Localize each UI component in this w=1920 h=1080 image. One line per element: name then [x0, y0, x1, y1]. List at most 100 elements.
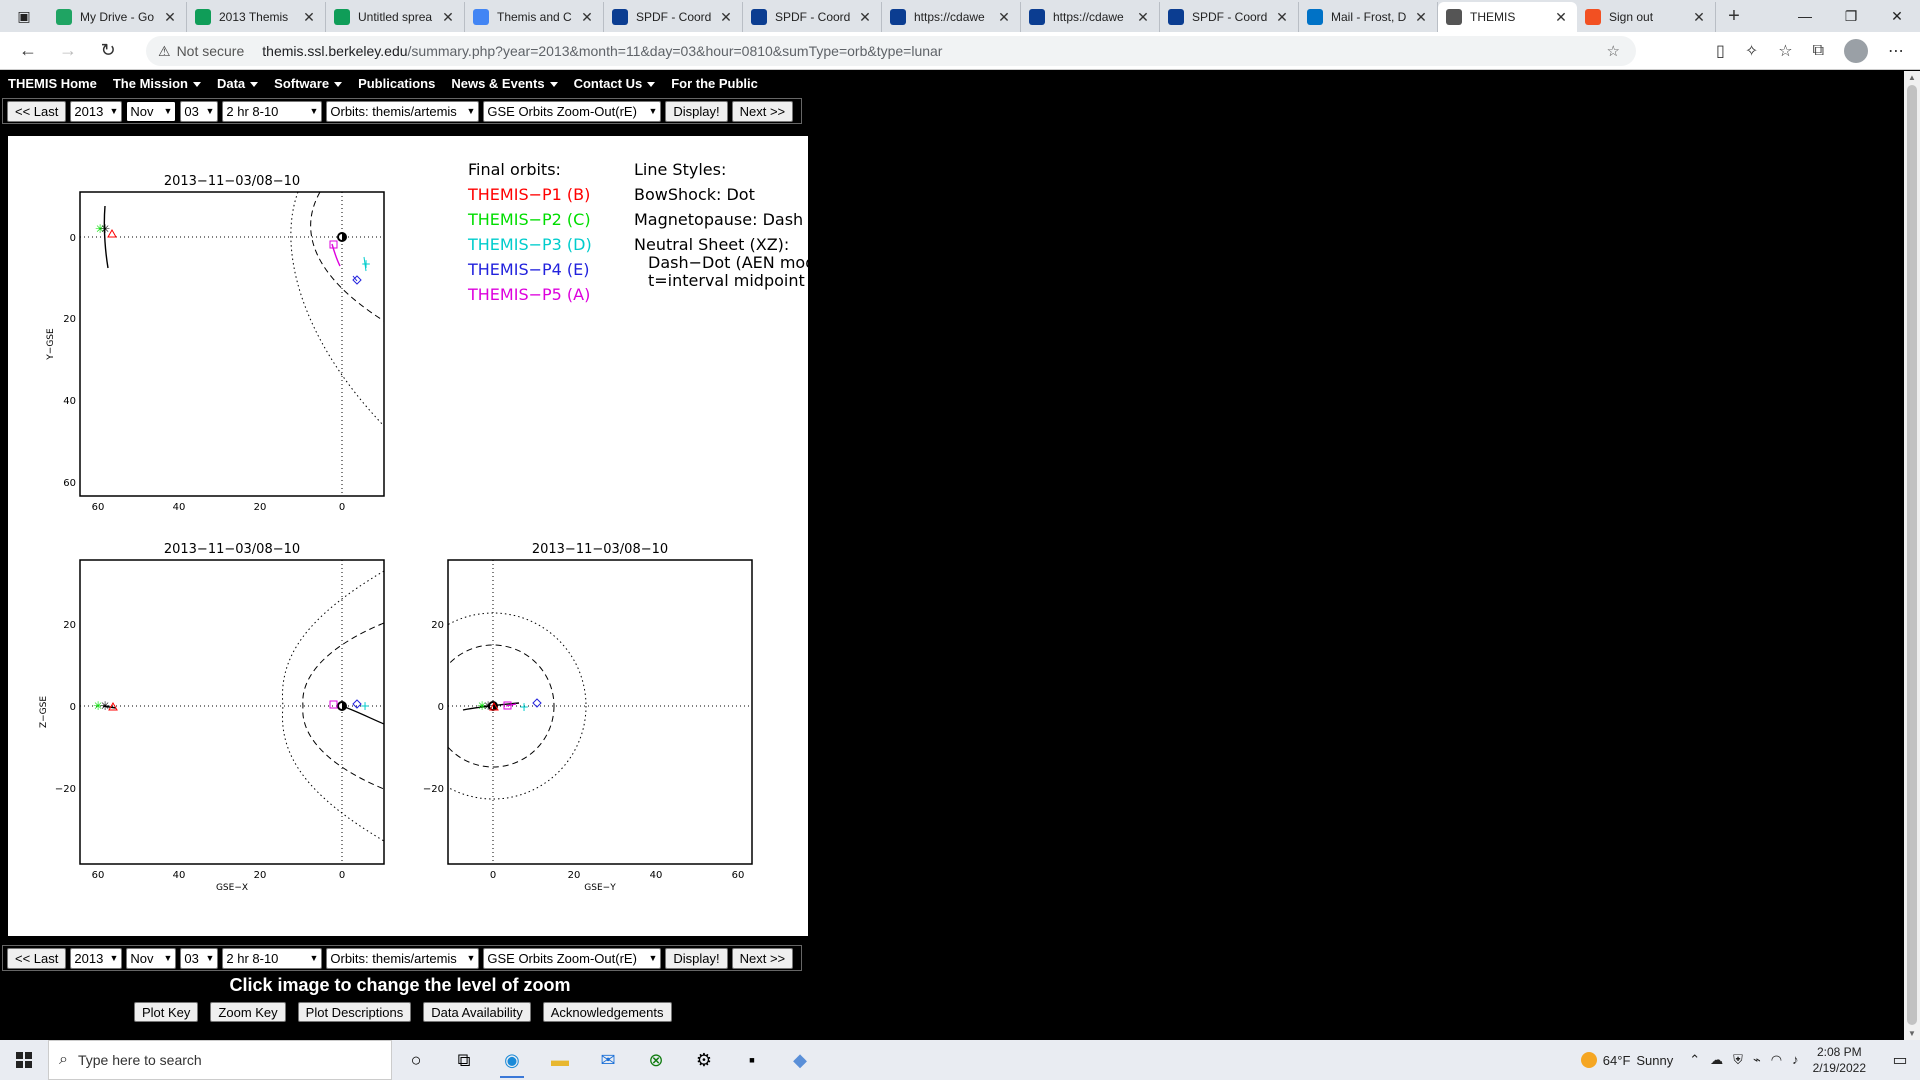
footer-button[interactable]: Acknowledgements	[542, 1002, 672, 1022]
mail-icon[interactable]: ✉	[584, 1040, 632, 1080]
year-select[interactable]: 2013 ▼	[70, 100, 123, 122]
close-tab-icon[interactable]: ✕	[1553, 9, 1569, 26]
browser-tab[interactable]: https://cdawe ✕	[882, 2, 1021, 32]
close-tab-icon[interactable]: ✕	[1691, 9, 1707, 26]
last-button[interactable]: << Last	[7, 100, 67, 122]
reading-view-icon[interactable]: ▯	[1716, 41, 1725, 61]
menu-item[interactable]: Contact Us	[574, 76, 656, 91]
browser-tab[interactable]: Untitled sprea ✕	[326, 2, 465, 32]
close-tab-icon[interactable]: ✕	[162, 9, 178, 26]
page-scrollbar[interactable]: ▲ ▼	[1904, 71, 1920, 1040]
favorites-icon[interactable]: ☆	[1778, 41, 1792, 61]
terminal-icon[interactable]: ▪	[728, 1040, 776, 1080]
footer-button[interactable]: Plot Key	[134, 1002, 199, 1022]
extensions-icon[interactable]: ✧	[1745, 41, 1758, 61]
orbit-plot-image[interactable]: Final orbits: THEMIS−P1 (B) THEMIS−P2 (C)…	[8, 136, 808, 936]
close-tab-icon[interactable]: ✕	[579, 9, 595, 26]
menu-item[interactable]: The Mission	[113, 76, 201, 91]
settings-icon[interactable]: ⚙	[680, 1040, 728, 1080]
forward-icon[interactable]: →	[48, 40, 88, 61]
restore-icon[interactable]: ❐	[1828, 0, 1874, 32]
cortana-icon[interactable]: ○	[392, 1040, 440, 1080]
chevron-up-icon[interactable]: ⌃	[1689, 1052, 1700, 1068]
more-menu-icon[interactable]: ⋯	[1888, 41, 1904, 61]
year-select-bottom[interactable]: 2013 ▼	[70, 947, 123, 969]
tab-actions-icon[interactable]: ▣	[0, 0, 48, 32]
footer-button[interactable]: Zoom Key	[210, 1002, 286, 1022]
month-select-bottom[interactable]: Nov ▼	[126, 947, 177, 969]
security-icon[interactable]: ⛨	[1733, 1052, 1743, 1068]
close-tab-icon[interactable]: ✕	[301, 9, 317, 26]
next-button-bottom[interactable]: Next >>	[731, 947, 794, 969]
menu-item[interactable]: Software	[274, 76, 343, 91]
browser-tab[interactable]: Mail - Frost, D ✕	[1299, 2, 1438, 32]
wifi-icon[interactable]: ◠	[1771, 1052, 1782, 1068]
menu-item[interactable]: For the Public	[671, 76, 758, 91]
url-input[interactable]: ⚠ Not secure themis.ssl.berkeley.edu/sum…	[146, 36, 1636, 66]
close-tab-icon[interactable]: ✕	[1413, 9, 1429, 26]
edge-taskbar-icon[interactable]: ◉	[488, 1040, 536, 1080]
app-icon[interactable]: ◆	[776, 1040, 824, 1080]
interval-select-bottom[interactable]: 2 hr 8-10 ▼	[222, 947, 323, 969]
footer-button[interactable]: Plot Descriptions	[297, 1002, 412, 1022]
menu-item[interactable]: News & Events	[451, 76, 558, 91]
browser-tab[interactable]: SPDF - Coord ✕	[604, 2, 743, 32]
new-tab-button[interactable]: +	[1716, 5, 1752, 28]
panel2-curves	[80, 560, 384, 864]
close-tab-icon[interactable]: ✕	[857, 9, 873, 26]
browser-tab[interactable]: https://cdawe ✕	[1021, 2, 1160, 32]
menu-item[interactable]: THEMIS Home	[8, 76, 97, 91]
probe-legend-entry: THEMIS−P1 (B)	[467, 185, 590, 204]
next-button[interactable]: Next >>	[731, 100, 794, 122]
back-icon[interactable]: ←	[8, 40, 48, 61]
scroll-down-icon[interactable]: ▼	[1904, 1029, 1920, 1038]
add-favorite-icon[interactable]: ☆	[1607, 42, 1620, 60]
display-button[interactable]: Display!	[665, 100, 728, 122]
day-select[interactable]: 03 ▼	[180, 100, 219, 122]
close-tab-icon[interactable]: ✕	[1274, 9, 1290, 26]
browser-tab[interactable]: THEMIS ✕	[1438, 2, 1577, 32]
last-button-bottom[interactable]: << Last	[7, 947, 67, 969]
zoom-select-bottom[interactable]: GSE Orbits Zoom-Out(rE) ▼	[483, 947, 662, 969]
profile-avatar[interactable]	[1844, 39, 1868, 63]
browser-tab[interactable]: SPDF - Coord ✕	[1160, 2, 1299, 32]
taskbar-search-input[interactable]: ⌕ Type here to search	[48, 1040, 392, 1080]
notifications-icon[interactable]: ▭	[1880, 1050, 1920, 1070]
close-tab-icon[interactable]: ✕	[1135, 9, 1151, 26]
close-tab-icon[interactable]: ✕	[718, 9, 734, 26]
browser-tab[interactable]: 2013 Themis ✕	[187, 2, 326, 32]
minimize-icon[interactable]: —	[1782, 0, 1828, 32]
display-button-bottom[interactable]: Display!	[665, 947, 728, 969]
windows-taskbar: ⌕ Type here to search ○ ⧉ ◉ ▬ ✉ ⊗ ⚙ ▪ ◆ …	[0, 1040, 1920, 1080]
scroll-up-icon[interactable]: ▲	[1904, 73, 1920, 82]
interval-select[interactable]: 2 hr 8-10 ▼	[222, 100, 323, 122]
menu-item[interactable]: Publications	[358, 76, 435, 91]
browser-tab[interactable]: Sign out ✕	[1577, 2, 1716, 32]
task-view-icon[interactable]: ⧉	[440, 1040, 488, 1080]
close-tab-icon[interactable]: ✕	[440, 9, 456, 26]
volume-icon[interactable]: ♪	[1792, 1052, 1799, 1068]
browser-tab[interactable]: Themis and C ✕	[465, 2, 604, 32]
xbox-icon[interactable]: ⊗	[632, 1040, 680, 1080]
menu-item[interactable]: Data	[217, 76, 259, 91]
file-explorer-icon[interactable]: ▬	[536, 1040, 584, 1080]
refresh-icon[interactable]: ↻	[88, 40, 128, 61]
zoom-select[interactable]: GSE Orbits Zoom-Out(rE) ▼	[483, 100, 662, 122]
cloud-icon[interactable]: ☁	[1710, 1052, 1723, 1068]
close-window-icon[interactable]: ✕	[1874, 0, 1920, 32]
scroll-thumb[interactable]	[1907, 85, 1917, 1025]
orbits-select-bottom[interactable]: Orbits: themis/artemis ▼	[326, 947, 480, 969]
close-tab-icon[interactable]: ✕	[996, 9, 1012, 26]
start-button[interactable]	[0, 1040, 48, 1080]
day-select-bottom[interactable]: 03 ▼	[180, 947, 219, 969]
orbits-select[interactable]: Orbits: themis/artemis ▼	[326, 100, 480, 122]
browser-tab[interactable]: My Drive - Go ✕	[48, 2, 187, 32]
month-select[interactable]: Nov ▼	[125, 99, 178, 123]
browser-tab[interactable]: SPDF - Coord ✕	[743, 2, 882, 32]
collections-icon[interactable]: ⧉	[1813, 42, 1824, 60]
line-style-0: BowShock: Dot	[634, 185, 755, 204]
network-icon[interactable]: ⌁	[1753, 1052, 1761, 1068]
clock[interactable]: 2:08 PM 2/19/2022	[1813, 1044, 1866, 1076]
weather-widget[interactable]: 64°F Sunny	[1580, 1052, 1673, 1068]
footer-button[interactable]: Data Availability	[423, 1002, 531, 1022]
